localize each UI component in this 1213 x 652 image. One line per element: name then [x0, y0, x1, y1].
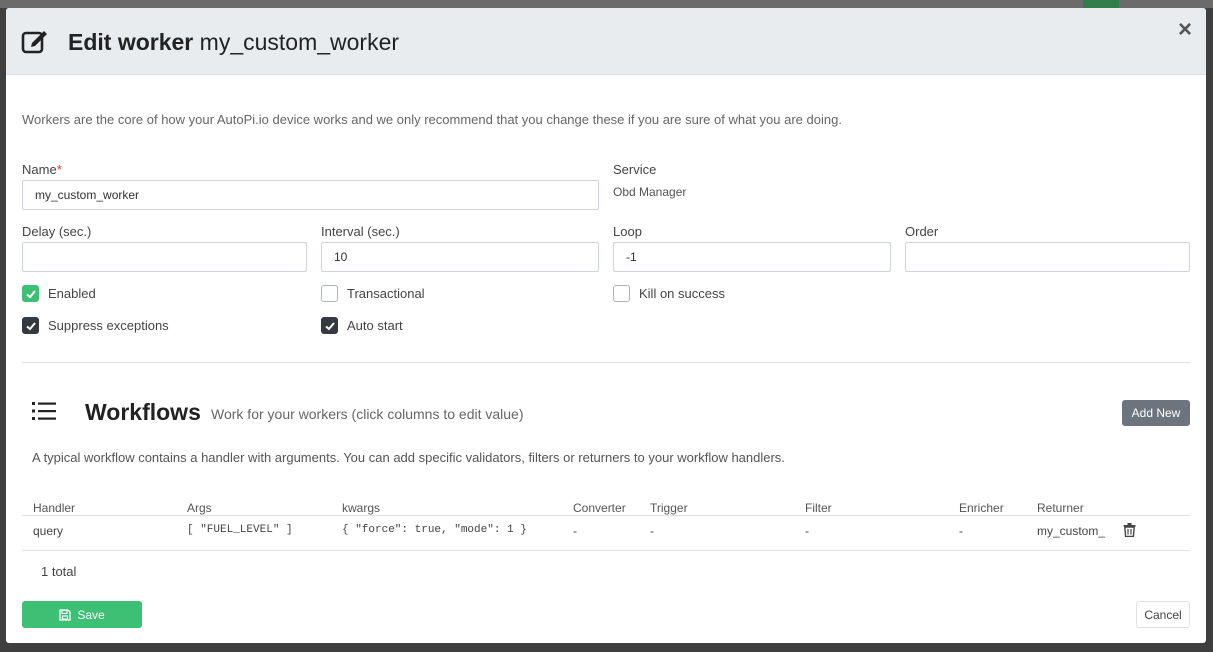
checkbox-unchecked-icon: [321, 285, 338, 302]
cell-args[interactable]: [ "FUEL_LEVEL" ]: [187, 524, 293, 536]
service-label: Service: [613, 162, 657, 177]
floppy-disk-icon: [59, 608, 71, 621]
cancel-button[interactable]: Cancel: [1136, 601, 1190, 628]
enabled-label: Enabled: [48, 286, 96, 301]
column-header-returner[interactable]: Returner: [1037, 501, 1084, 515]
auto-start-checkbox[interactable]: Auto start: [321, 317, 403, 334]
cell-trigger[interactable]: -: [650, 524, 654, 538]
name-label: Name*: [22, 162, 62, 177]
interval-input[interactable]: [321, 242, 599, 272]
name-label-text: Name: [22, 162, 57, 177]
section-divider: [22, 362, 1190, 363]
name-input[interactable]: [22, 180, 599, 210]
transactional-checkbox[interactable]: Transactional: [321, 285, 425, 302]
cell-filter[interactable]: -: [805, 524, 809, 538]
kill-on-success-label: Kill on success: [639, 286, 725, 301]
modal-title-worker-name: my_custom_worker: [199, 29, 400, 55]
column-header-args[interactable]: Args: [187, 501, 212, 515]
column-header-kwargs[interactable]: kwargs: [342, 501, 380, 515]
interval-label: Interval (sec.): [321, 224, 400, 239]
table-header-divider: [22, 515, 1190, 516]
edit-worker-modal: Edit worker my_custom_worker × Workers a…: [6, 8, 1206, 643]
checkbox-checked-icon: [22, 285, 39, 302]
column-header-converter[interactable]: Converter: [573, 501, 626, 515]
enabled-checkbox[interactable]: Enabled: [22, 285, 96, 302]
add-new-button[interactable]: Add New: [1122, 400, 1190, 426]
table-total: 1 total: [41, 564, 77, 579]
delay-input[interactable]: [22, 242, 307, 272]
loop-label: Loop: [613, 224, 642, 239]
column-header-enricher[interactable]: Enricher: [959, 501, 1004, 515]
save-button[interactable]: Save: [22, 601, 142, 628]
order-input[interactable]: [905, 242, 1190, 272]
service-value: Obd Manager: [613, 185, 687, 199]
column-header-handler[interactable]: Handler: [33, 501, 75, 515]
checkbox-unchecked-icon: [613, 285, 630, 302]
cell-enricher[interactable]: -: [959, 524, 963, 538]
modal-title-action: Edit worker: [68, 29, 194, 55]
checkbox-checked-icon: [22, 317, 39, 334]
kill-on-success-checkbox[interactable]: Kill on success: [613, 285, 725, 302]
delay-label: Delay (sec.): [22, 224, 92, 239]
workflows-title: Workflows: [85, 399, 201, 425]
cell-handler[interactable]: query: [33, 524, 63, 538]
save-button-label: Save: [77, 607, 105, 622]
loop-input[interactable]: [613, 242, 891, 272]
background-app-strip: [0, 0, 1213, 8]
modal-title: Edit worker my_custom_worker: [68, 29, 399, 56]
transactional-label: Transactional: [347, 286, 425, 301]
list-icon: [32, 402, 56, 420]
cell-kwargs[interactable]: { "force": true, "mode": 1 }: [342, 524, 527, 536]
close-button[interactable]: ×: [1178, 18, 1192, 42]
column-header-filter[interactable]: Filter: [805, 501, 832, 515]
table-row-divider: [22, 550, 1190, 551]
cell-converter[interactable]: -: [573, 524, 577, 538]
cell-returner[interactable]: my_custom_: [1037, 524, 1105, 538]
edit-icon: [21, 31, 47, 54]
intro-text: Workers are the core of how your AutoPi.…: [22, 112, 842, 127]
modal-header: Edit worker my_custom_worker ×: [6, 8, 1206, 75]
suppress-exceptions-checkbox[interactable]: Suppress exceptions: [22, 317, 169, 334]
order-label: Order: [905, 224, 939, 239]
required-marker: *: [56, 162, 62, 177]
background-app-badge: [1083, 0, 1119, 8]
suppress-exceptions-label: Suppress exceptions: [48, 318, 169, 333]
auto-start-label: Auto start: [347, 318, 403, 333]
workflows-subtitle: Work for your workers (click columns to …: [211, 406, 524, 422]
column-header-trigger[interactable]: Trigger: [650, 501, 688, 515]
checkbox-checked-icon: [321, 317, 338, 334]
trash-icon[interactable]: [1123, 523, 1136, 537]
workflows-description: A typical workflow contains a handler wi…: [32, 450, 785, 465]
